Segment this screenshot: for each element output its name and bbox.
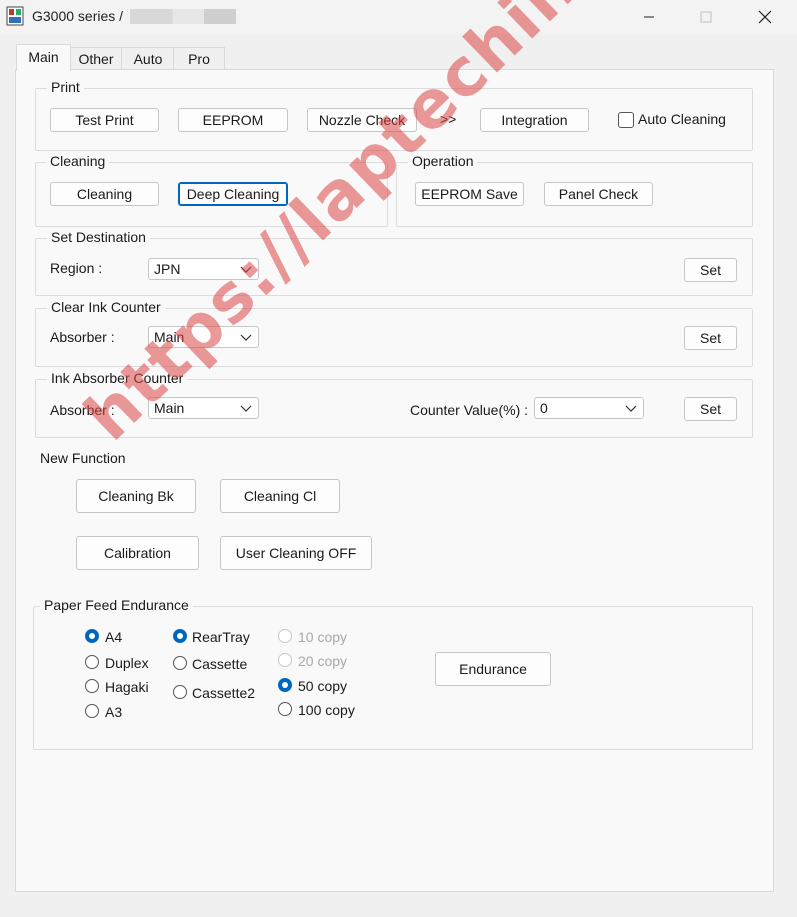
radio-duplex[interactable]	[85, 655, 99, 669]
app-icon	[6, 6, 24, 26]
arrow-indicator: >>	[440, 111, 457, 127]
radio-reartray[interactable]	[173, 629, 187, 643]
chevron-down-icon	[240, 266, 252, 273]
tab-other[interactable]: Other	[69, 47, 123, 70]
endurance-button[interactable]: Endurance	[435, 652, 551, 686]
deep-cleaning-button[interactable]: Deep Cleaning	[178, 182, 288, 206]
radio-a3-label: A3	[105, 704, 123, 720]
radio-20-copy-label: 20 copy	[298, 653, 348, 669]
radio-10-copy[interactable]	[278, 629, 292, 643]
radio-10-copy-label: 10 copy	[298, 629, 348, 645]
ink-absorber-counter-group: Ink Absorber Counter	[35, 370, 753, 438]
redacted-title-area	[130, 9, 236, 24]
close-button[interactable]	[736, 0, 794, 34]
maximize-icon	[700, 11, 712, 23]
paper-feed-endurance-legend: Paper Feed Endurance	[40, 597, 193, 613]
window-title: G3000 series /	[32, 8, 124, 24]
radio-cassette2-label: Cassette2	[192, 685, 256, 701]
new-function-title: New Function	[40, 450, 126, 466]
cleaning-bk-button[interactable]: Cleaning Bk	[76, 479, 196, 513]
eeprom-save-button[interactable]: EEPROM Save	[415, 182, 524, 206]
cleaning-legend: Cleaning	[46, 153, 110, 169]
set-destination-group: Set Destination	[35, 229, 753, 296]
radio-50-copy[interactable]	[278, 678, 292, 692]
radio-duplex-label: Duplex	[105, 655, 149, 671]
panel-check-button[interactable]: Panel Check	[544, 182, 653, 206]
chevron-down-icon	[625, 405, 637, 412]
tab-auto[interactable]: Auto	[121, 47, 175, 70]
radio-cassette2[interactable]	[173, 685, 187, 699]
clear-absorber-select[interactable]: Main	[148, 326, 259, 348]
counter-value-select[interactable]: 0	[534, 397, 644, 419]
chevron-down-icon	[240, 405, 252, 412]
user-cleaning-off-button[interactable]: User Cleaning OFF	[220, 536, 372, 570]
radio-hagaki-label: Hagaki	[105, 679, 149, 695]
radio-cassette[interactable]	[173, 656, 187, 670]
ink-absorber-set-button[interactable]: Set	[684, 397, 737, 421]
region-select-value: JPN	[154, 261, 181, 277]
radio-hagaki[interactable]	[85, 679, 99, 693]
destination-set-button[interactable]: Set	[684, 258, 737, 282]
auto-cleaning-checkbox[interactable]	[618, 112, 634, 128]
ink-absorber-counter-legend: Ink Absorber Counter	[47, 370, 188, 386]
title-bar: G3000 series /	[0, 0, 797, 34]
maximize-button[interactable]	[677, 0, 735, 34]
radio-100-copy-label: 100 copy	[298, 702, 355, 718]
tab-pro[interactable]: Pro	[173, 47, 225, 70]
minimize-icon	[644, 16, 654, 18]
radio-cassette-label: Cassette	[192, 656, 248, 672]
paper-feed-endurance-group: Paper Feed Endurance	[33, 597, 753, 750]
region-label: Region :	[50, 260, 103, 276]
region-select[interactable]: JPN	[148, 258, 259, 280]
ink-absorber-select[interactable]: Main	[148, 397, 259, 419]
counter-value-select-value: 0	[540, 400, 548, 416]
test-print-button[interactable]: Test Print	[50, 108, 159, 132]
radio-a3[interactable]	[85, 704, 99, 718]
clear-absorber-label: Absorber :	[50, 329, 115, 345]
auto-cleaning-label: Auto Cleaning	[638, 111, 726, 127]
radio-reartray-label: RearTray	[192, 629, 250, 645]
tab-main[interactable]: Main	[16, 44, 71, 71]
counter-value-label: Counter Value(%) :	[410, 402, 529, 418]
cleaning-button[interactable]: Cleaning	[50, 182, 159, 206]
set-destination-legend: Set Destination	[47, 229, 150, 245]
cleaning-cl-button[interactable]: Cleaning Cl	[220, 479, 340, 513]
print-legend: Print	[47, 79, 84, 95]
radio-a4[interactable]	[85, 629, 99, 643]
close-icon	[758, 10, 772, 24]
clear-absorber-select-value: Main	[154, 329, 185, 345]
radio-a4-label: A4	[105, 629, 123, 645]
radio-50-copy-label: 50 copy	[298, 678, 348, 694]
chevron-down-icon	[240, 334, 252, 341]
integration-button[interactable]: Integration	[480, 108, 589, 132]
minimize-button[interactable]	[620, 0, 678, 34]
nozzle-check-button[interactable]: Nozzle Check	[307, 108, 417, 132]
clear-ink-set-button[interactable]: Set	[684, 326, 737, 350]
ink-absorber-label: Absorber :	[50, 402, 115, 418]
calibration-button[interactable]: Calibration	[76, 536, 199, 570]
radio-20-copy[interactable]	[278, 653, 292, 667]
eeprom-button[interactable]: EEPROM	[178, 108, 288, 132]
clear-ink-counter-legend: Clear Ink Counter	[47, 299, 165, 315]
clear-ink-counter-group: Clear Ink Counter	[35, 299, 753, 367]
operation-legend: Operation	[408, 153, 478, 169]
ink-absorber-select-value: Main	[154, 400, 185, 416]
radio-100-copy[interactable]	[278, 702, 292, 716]
